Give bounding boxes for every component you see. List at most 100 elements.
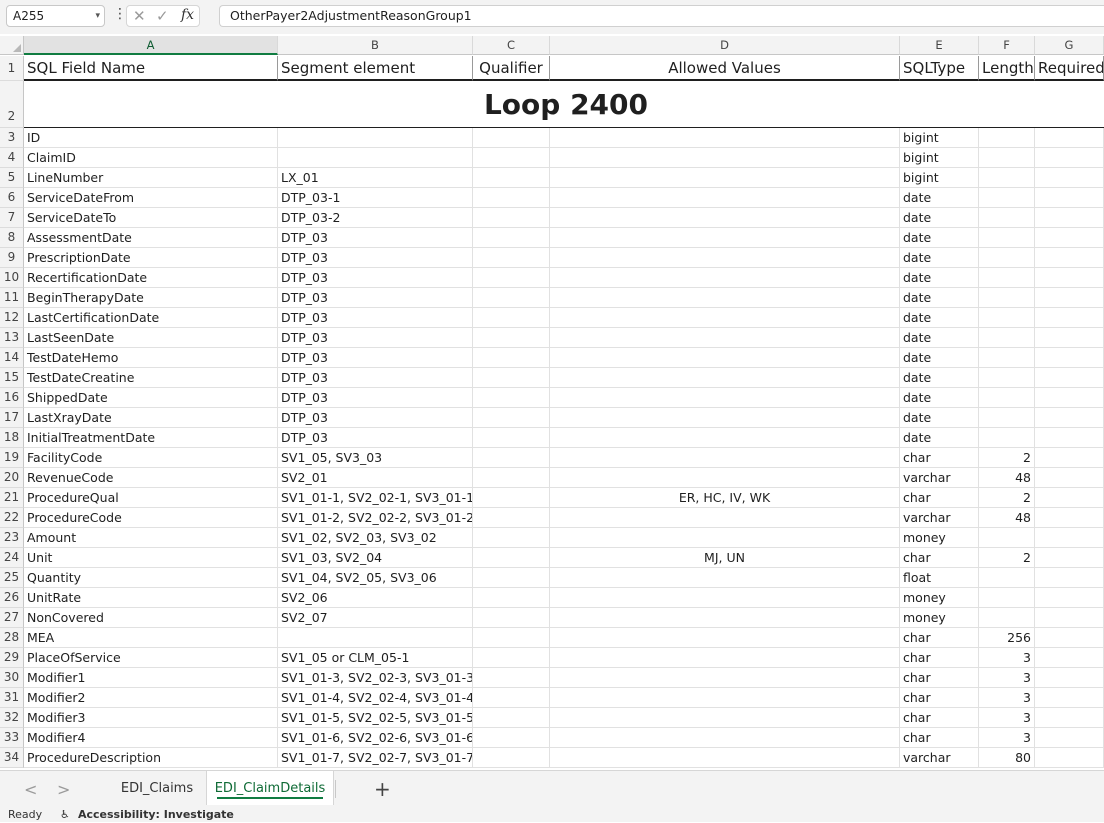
cell-c[interactable]	[473, 448, 550, 468]
cell-b[interactable]: DTP_03	[278, 408, 473, 428]
cell-c[interactable]	[473, 168, 550, 188]
cell-b[interactable]: LX_01	[278, 168, 473, 188]
cell-c[interactable]	[473, 748, 550, 768]
row-header[interactable]: 16	[0, 388, 24, 408]
row-header[interactable]: 31	[0, 688, 24, 708]
cell-g[interactable]	[1035, 608, 1104, 628]
row-header[interactable]: 34	[0, 748, 24, 768]
cell-f[interactable]	[979, 368, 1035, 388]
row-header[interactable]: 24	[0, 548, 24, 568]
cell-e[interactable]: date	[900, 328, 979, 348]
cell-c[interactable]	[473, 468, 550, 488]
cell-a[interactable]: ProcedureQual	[24, 488, 278, 508]
cell-d[interactable]	[550, 628, 900, 648]
cell-f[interactable]	[979, 408, 1035, 428]
cell-g[interactable]	[1035, 428, 1104, 448]
cell-d[interactable]	[550, 688, 900, 708]
cell-g[interactable]	[1035, 348, 1104, 368]
cell-e[interactable]: char	[900, 548, 979, 568]
row-header[interactable]: 4	[0, 148, 24, 168]
row-header[interactable]: 21	[0, 488, 24, 508]
cell-g[interactable]	[1035, 508, 1104, 528]
cell-b[interactable]: DTP_03	[278, 248, 473, 268]
cell-g[interactable]	[1035, 748, 1104, 768]
cell-c[interactable]	[473, 608, 550, 628]
cell-g[interactable]	[1035, 328, 1104, 348]
cell-d[interactable]	[550, 528, 900, 548]
cell-c[interactable]	[473, 528, 550, 548]
column-header-a[interactable]: A	[24, 36, 278, 55]
cell-c[interactable]	[473, 588, 550, 608]
cell-b[interactable]: SV1_01-7, SV2_02-7, SV3_01-7	[278, 748, 473, 768]
cell-e[interactable]: money	[900, 608, 979, 628]
cell-a[interactable]: LastSeenDate	[24, 328, 278, 348]
cell-a[interactable]: ServiceDateTo	[24, 208, 278, 228]
cell-g[interactable]	[1035, 148, 1104, 168]
cell-b[interactable]: SV1_02, SV2_03, SV3_02	[278, 528, 473, 548]
sheet-tab-edi-claims[interactable]: EDI_Claims	[110, 771, 204, 805]
cell-g[interactable]	[1035, 708, 1104, 728]
cell-f[interactable]	[979, 428, 1035, 448]
chevron-down-icon[interactable]: ▾	[95, 6, 100, 26]
cell-c[interactable]	[473, 348, 550, 368]
cell-f[interactable]	[979, 248, 1035, 268]
cell-c[interactable]	[473, 408, 550, 428]
cell-g[interactable]	[1035, 228, 1104, 248]
cell-c[interactable]	[473, 568, 550, 588]
cell-f[interactable]	[979, 608, 1035, 628]
cell-b[interactable]: DTP_03	[278, 428, 473, 448]
loop-title-cell[interactable]: Loop 2400	[24, 81, 1104, 128]
column-header-c[interactable]: C	[473, 36, 550, 55]
row-header[interactable]: 9	[0, 248, 24, 268]
header-cell[interactable]: Segment element	[278, 56, 473, 81]
cell-e[interactable]: date	[900, 388, 979, 408]
cell-c[interactable]	[473, 328, 550, 348]
row-header[interactable]: 3	[0, 128, 24, 148]
cell-e[interactable]: char	[900, 668, 979, 688]
row-header[interactable]: 17	[0, 408, 24, 428]
cell-d[interactable]	[550, 448, 900, 468]
cell-a[interactable]: PrescriptionDate	[24, 248, 278, 268]
column-header-e[interactable]: E	[900, 36, 979, 55]
cell-b[interactable]: DTP_03	[278, 308, 473, 328]
cell-d[interactable]	[550, 208, 900, 228]
cell-e[interactable]: char	[900, 708, 979, 728]
cell-c[interactable]	[473, 728, 550, 748]
cell-c[interactable]	[473, 488, 550, 508]
cell-g[interactable]	[1035, 468, 1104, 488]
accessibility-status[interactable]: Accessibility: Investigate	[78, 806, 234, 823]
cell-d[interactable]	[550, 308, 900, 328]
cell-e[interactable]: char	[900, 628, 979, 648]
more-options-icon[interactable]: ⋮	[113, 6, 127, 22]
cell-f[interactable]: 256	[979, 628, 1035, 648]
cell-d[interactable]	[550, 408, 900, 428]
cell-g[interactable]	[1035, 528, 1104, 548]
cell-b[interactable]: SV1_01-3, SV2_02-3, SV3_01-3	[278, 668, 473, 688]
cell-g[interactable]	[1035, 688, 1104, 708]
row-header[interactable]: 32	[0, 708, 24, 728]
select-all-button[interactable]	[0, 36, 24, 55]
header-cell[interactable]: Qualifier	[473, 56, 550, 81]
header-cell[interactable]: Length	[979, 56, 1035, 81]
cell-e[interactable]: date	[900, 268, 979, 288]
cell-d[interactable]	[550, 228, 900, 248]
cell-c[interactable]	[473, 708, 550, 728]
chevron-right-icon[interactable]: >	[57, 780, 70, 799]
cell-d[interactable]	[550, 608, 900, 628]
cell-f[interactable]	[979, 208, 1035, 228]
cancel-icon[interactable]: ✕	[133, 7, 146, 25]
cell-g[interactable]	[1035, 308, 1104, 328]
cell-d[interactable]	[550, 588, 900, 608]
row-header[interactable]: 6	[0, 188, 24, 208]
cell-a[interactable]: LastCertificationDate	[24, 308, 278, 328]
cell-c[interactable]	[473, 208, 550, 228]
cell-b[interactable]: DTP_03	[278, 228, 473, 248]
cell-f[interactable]: 3	[979, 708, 1035, 728]
cell-f[interactable]	[979, 528, 1035, 548]
cell-a[interactable]: RevenueCode	[24, 468, 278, 488]
cell-c[interactable]	[473, 668, 550, 688]
cell-g[interactable]	[1035, 548, 1104, 568]
cell-c[interactable]	[473, 308, 550, 328]
row-header[interactable]: 15	[0, 368, 24, 388]
header-cell[interactable]: Required	[1035, 56, 1104, 81]
